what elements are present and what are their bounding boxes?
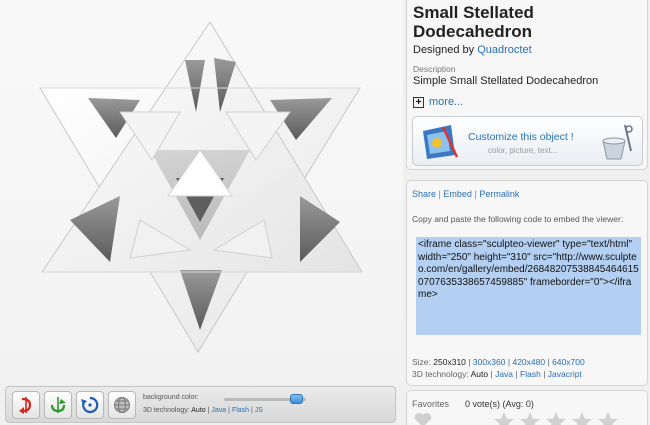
tech-label: 3D technology:	[412, 369, 469, 379]
separator: |	[490, 369, 493, 379]
rating-star-icon[interactable]	[597, 411, 619, 425]
embed-link[interactable]: Embed	[443, 189, 472, 199]
model-info-panel: Small Stellated Dodecahedron Designed by…	[406, 0, 648, 170]
reset-rotation-icon	[81, 396, 99, 414]
size-option[interactable]: 300x360	[473, 357, 506, 367]
bg-color-slider-handle[interactable]	[290, 394, 304, 404]
description-text: Simple Small Stellated Dodecahedron	[413, 75, 599, 87]
viewer-tech-row: 3D technology: Auto | Java | Flash | JS	[143, 407, 263, 414]
wireframe-sphere-icon	[114, 397, 130, 413]
separator: |	[438, 189, 441, 199]
separator: |	[547, 357, 550, 367]
more-link[interactable]: more...	[429, 96, 463, 108]
separator: |	[515, 369, 518, 379]
embed-instructions: Copy and paste the following code to emb…	[412, 214, 624, 224]
title-line-1: Small Stellated	[413, 3, 534, 22]
wireframe-button[interactable]	[108, 391, 136, 419]
rotate-y-icon	[19, 397, 32, 414]
size-option-selected[interactable]: 250x310	[433, 357, 466, 367]
separator: |	[251, 407, 253, 414]
model-render[interactable]	[0, 0, 403, 384]
viewer-tech-auto[interactable]: Auto	[191, 407, 205, 414]
separator: |	[468, 357, 471, 367]
embed-code-textarea[interactable]: <iframe class="sculpteo-viewer" type="te…	[416, 237, 641, 335]
page-title: Small Stellated Dodecahedron	[413, 3, 534, 41]
bg-color-label: background color:	[143, 394, 199, 401]
expand-icon: +	[413, 96, 424, 108]
separator: |	[507, 357, 511, 367]
viewer-tech-js[interactable]: JS	[255, 407, 263, 414]
sidebar: Small Stellated Dodecahedron Designed by…	[406, 0, 650, 425]
separator: |	[228, 407, 230, 414]
size-option[interactable]: 420x480	[512, 357, 545, 367]
description-label: Description	[413, 64, 456, 74]
paint-tools-icon	[423, 125, 459, 159]
separator: |	[474, 189, 477, 199]
tech-option-selected[interactable]: Auto	[471, 369, 489, 379]
tech-option-java[interactable]: Java	[495, 369, 513, 379]
favorites-label: Favorites	[412, 399, 450, 409]
embed-size-row: Size: 250x310 | 300x360 | 420x480 | 640x…	[412, 357, 585, 367]
favorite-heart-icon[interactable]	[413, 412, 433, 425]
permalink-link[interactable]: Permalink	[479, 189, 519, 199]
reset-view-button[interactable]	[76, 391, 104, 419]
share-tabs: Share | Embed | Permalink	[412, 189, 519, 199]
more-toggle[interactable]: + more...	[413, 96, 463, 108]
rating-star-icon[interactable]	[493, 411, 515, 425]
size-option[interactable]: 640x700	[552, 357, 585, 367]
viewer-tech-label: 3D technology:	[143, 407, 190, 414]
viewer-toolbar: background color: 3D technology: Auto | …	[5, 386, 396, 423]
designed-by-label: Designed by	[413, 44, 475, 56]
rating-star-icon[interactable]	[545, 411, 567, 425]
customize-title: Customize this object !	[468, 131, 574, 143]
customize-button[interactable]: Customize this object ! color, picture, …	[412, 116, 643, 166]
viewer-tech-java[interactable]: Java	[211, 407, 226, 414]
favorites-panel: Favorites 0 vote(s) (Avg: 0)	[406, 390, 648, 425]
customize-subtitle: color, picture, text...	[488, 146, 558, 155]
viewer-tech-flash[interactable]: Flash	[232, 407, 249, 414]
votes-count: 0 vote(s) (Avg: 0)	[465, 399, 534, 409]
designer-link[interactable]: Quadroctet	[477, 44, 531, 56]
embed-tech-row: 3D technology: Auto | Java | Flash | Jav…	[412, 369, 582, 379]
rating-star-icon[interactable]	[519, 411, 541, 425]
tech-option-javascript[interactable]: Javacript	[548, 369, 582, 379]
paint-bucket-icon	[602, 124, 633, 160]
model-viewer[interactable]	[0, 0, 403, 384]
share-link[interactable]: Share	[412, 189, 436, 199]
tech-option-flash[interactable]: Flash	[520, 369, 541, 379]
separator: |	[207, 407, 210, 414]
designer-row: Designed by Quadroctet	[413, 44, 532, 56]
rating-star-icon[interactable]	[571, 411, 593, 425]
rotate-x-icon	[50, 397, 66, 413]
separator: |	[543, 369, 546, 379]
title-line-2: Dodecahedron	[413, 22, 533, 41]
share-panel: Share | Embed | Permalink Copy and paste…	[406, 180, 648, 386]
size-label: Size:	[412, 357, 431, 367]
rotate-vertical-button[interactable]	[44, 391, 72, 419]
rotate-left-button[interactable]	[12, 391, 40, 419]
